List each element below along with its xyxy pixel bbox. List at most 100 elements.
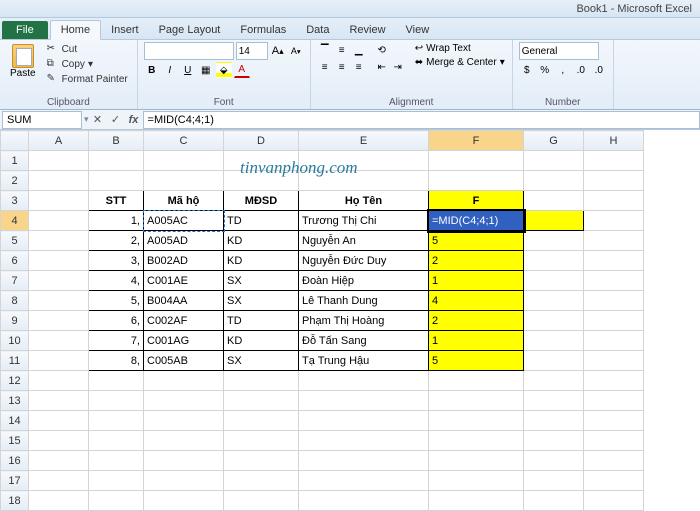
cell[interactable] [29,471,89,491]
format-painter-button[interactable]: ✎Format Painter [44,72,131,86]
cell[interactable] [524,231,584,251]
cell[interactable] [89,431,144,451]
cell-ten[interactable]: Nguyễn An [299,231,429,251]
cell[interactable] [299,431,429,451]
cell[interactable] [29,371,89,391]
cell[interactable] [584,271,644,291]
cell[interactable] [89,391,144,411]
row-header[interactable]: 9 [1,311,29,331]
cell[interactable] [29,231,89,251]
cell[interactable] [524,451,584,471]
underline-button[interactable]: U [180,62,196,78]
cell[interactable] [144,431,224,451]
cell[interactable] [144,411,224,431]
cell[interactable] [144,471,224,491]
cell-f[interactable]: 2 [429,311,524,331]
row-header[interactable]: 14 [1,411,29,431]
cell-stt[interactable]: 5, [89,291,144,311]
cell[interactable] [584,491,644,511]
row-header[interactable]: 5 [1,231,29,251]
align-left-button[interactable]: ≡ [317,59,333,75]
cell[interactable] [89,371,144,391]
row-header[interactable]: 13 [1,391,29,411]
row-header[interactable]: 16 [1,451,29,471]
cell-ten[interactable]: Đoàn Hiệp [299,271,429,291]
cell[interactable] [584,171,644,191]
cell[interactable] [429,451,524,471]
cell[interactable] [29,211,89,231]
cell[interactable] [524,291,584,311]
col-header-c[interactable]: C [144,131,224,151]
cell-stt[interactable]: 4, [89,271,144,291]
cell[interactable] [584,471,644,491]
cell[interactable] [224,451,299,471]
cell[interactable] [429,391,524,411]
cell[interactable] [144,491,224,511]
cell-md[interactable]: SX [224,271,299,291]
cell-md[interactable]: KD [224,251,299,271]
italic-button[interactable]: I [162,62,178,78]
row-header[interactable]: 7 [1,271,29,291]
col-header-b[interactable]: B [89,131,144,151]
cell-md[interactable]: TD [224,211,299,231]
cell[interactable] [299,171,429,191]
cell[interactable] [524,431,584,451]
cell-f[interactable]: 1 [429,271,524,291]
cell[interactable] [524,331,584,351]
col-header-g[interactable]: G [524,131,584,151]
cell[interactable] [224,391,299,411]
tab-page-layout[interactable]: Page Layout [149,21,231,39]
decrease-indent-button[interactable]: ⇤ [374,59,390,75]
cell[interactable] [89,151,144,171]
col-header-h[interactable]: H [584,131,644,151]
cell[interactable] [584,431,644,451]
cell[interactable] [29,251,89,271]
cell-ma[interactable]: B004AA [144,291,224,311]
cell[interactable] [224,151,299,171]
cell[interactable] [224,491,299,511]
shrink-font-button[interactable]: A▾ [288,43,304,59]
fx-button[interactable]: fx [125,114,143,126]
cell-stt[interactable]: 6, [89,311,144,331]
cell-ten[interactable]: Tạ Trung Hậu [299,351,429,371]
enter-formula-button[interactable]: ✓ [107,113,125,126]
row-header[interactable]: 2 [1,171,29,191]
cell-f[interactable]: 5 [429,351,524,371]
cell[interactable] [29,331,89,351]
cell[interactable] [299,491,429,511]
cell[interactable] [224,411,299,431]
cell[interactable] [524,251,584,271]
cell-ma[interactable]: B002AD [144,251,224,271]
cell[interactable] [89,471,144,491]
col-header-e[interactable]: E [299,131,429,151]
cell[interactable] [299,411,429,431]
cell[interactable] [89,411,144,431]
cell-md[interactable]: KD [224,331,299,351]
comma-button[interactable]: , [555,62,571,78]
header-ma-ho[interactable]: Mã hộ [144,191,224,211]
cell[interactable] [584,291,644,311]
cell-f[interactable]: 2 [429,251,524,271]
cell[interactable] [224,371,299,391]
cell[interactable] [524,211,584,231]
increase-indent-button[interactable]: ⇥ [390,59,406,75]
cell[interactable] [299,371,429,391]
copy-button[interactable]: ⧉Copy ▾ [44,57,131,71]
col-header-a[interactable]: A [29,131,89,151]
cell-f[interactable]: 4 [429,291,524,311]
cell-ma[interactable]: C005AB [144,351,224,371]
row-header[interactable]: 6 [1,251,29,271]
cell[interactable] [584,451,644,471]
row-header[interactable]: 8 [1,291,29,311]
row-header[interactable]: 18 [1,491,29,511]
cell[interactable] [299,391,429,411]
grow-font-button[interactable]: A▴ [270,43,286,59]
cell-md[interactable]: SX [224,351,299,371]
header-ho-ten[interactable]: Họ Tên [299,191,429,211]
tab-data[interactable]: Data [296,21,339,39]
cell[interactable] [29,271,89,291]
cell[interactable] [29,491,89,511]
cancel-formula-button[interactable]: ✕ [89,113,107,126]
row-header[interactable]: 10 [1,331,29,351]
cell[interactable] [524,351,584,371]
